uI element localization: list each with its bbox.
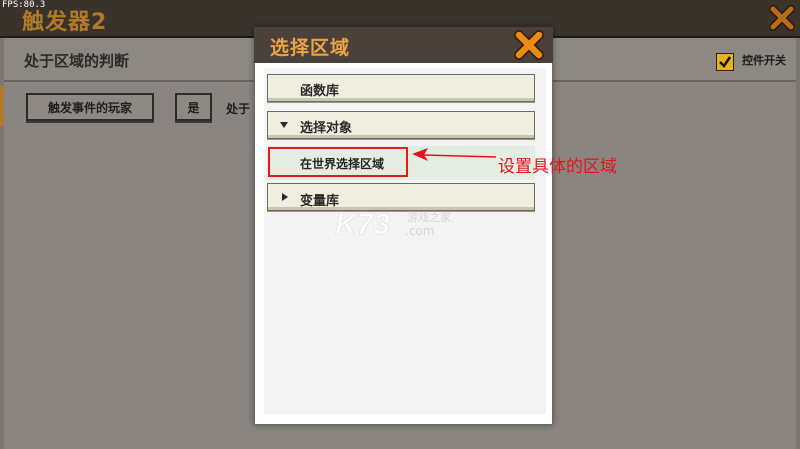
svg-text:游戏之家: 游戏之家 (407, 210, 451, 224)
annotation-arrow-icon (412, 148, 497, 161)
category-select-object-label: 选择对象 (300, 121, 353, 136)
section-title: 处于区域的判断 (24, 52, 130, 70)
dialog-close-button[interactable] (512, 28, 546, 62)
left-accent (0, 86, 4, 126)
collapsed-arrow-icon (282, 193, 288, 201)
close-icon (514, 30, 544, 60)
category-variables-label: 变量库 (300, 194, 340, 209)
checkmark-icon (719, 56, 732, 68)
event-player-button[interactable]: 触发事件的玩家 (26, 93, 154, 121)
svg-text:.com: .com (405, 224, 434, 238)
control-toggle-checkbox[interactable] (716, 53, 734, 71)
watermark-logo: K73 游戏之家 .com (335, 208, 451, 242)
expanded-arrow-icon (280, 122, 288, 128)
annotation-text: 设置具体的区域 (498, 157, 617, 177)
select-area-in-world-label: 在世界选择区域 (300, 157, 385, 171)
close-window-button[interactable] (768, 4, 796, 32)
dialog-title: 选择区域 (270, 37, 351, 59)
condition-text: 处于 (226, 102, 251, 116)
k73-watermark: K73 游戏之家 .com (335, 204, 485, 248)
svg-text:K73: K73 (335, 208, 390, 241)
close-icon (769, 5, 795, 31)
category-functions-label: 函数库 (300, 84, 340, 99)
yes-button[interactable]: 是 (175, 93, 212, 121)
control-toggle-label: 控件开关 (742, 54, 786, 67)
fps-counter: FPS:80.3 (2, 0, 46, 10)
